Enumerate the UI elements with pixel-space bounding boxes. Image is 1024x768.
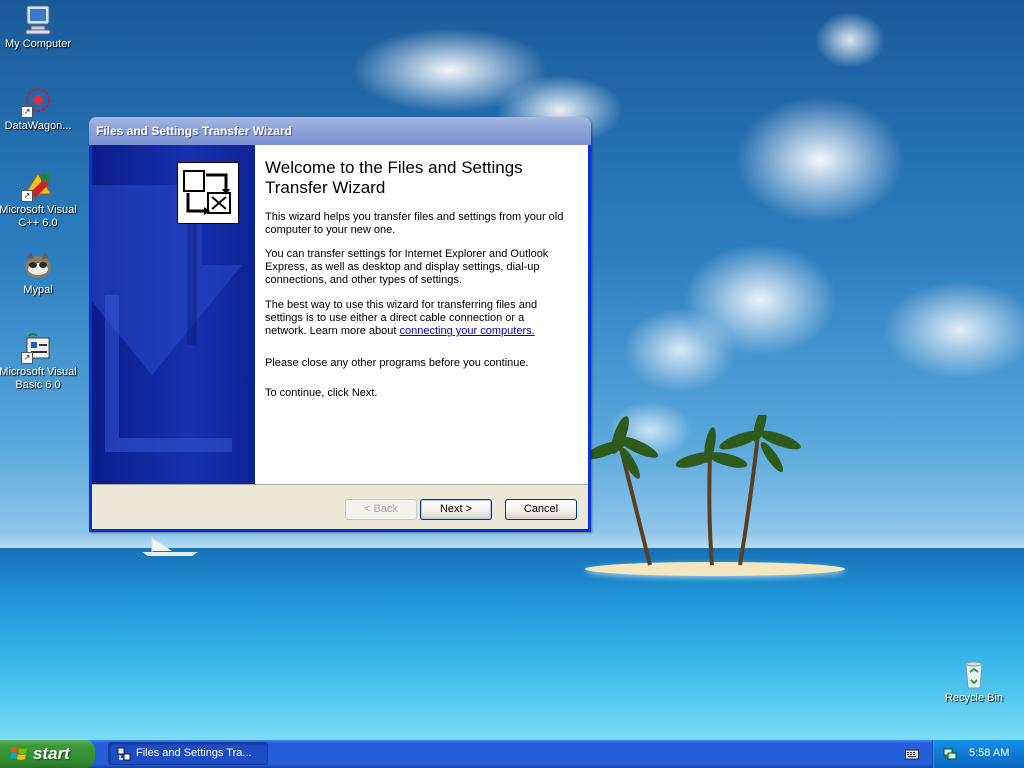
desktop-icon-label: My Computer <box>4 38 72 50</box>
visual-basic-icon: ↗ <box>21 332 55 364</box>
keyboard-icon[interactable] <box>905 748 919 760</box>
sea-wallpaper <box>0 548 1024 740</box>
window-titlebar[interactable]: Files and Settings Transfer Wizard <box>89 117 591 145</box>
desktop-icon-label: Recycle Bin <box>944 692 1004 704</box>
wizard-window[interactable]: Files and Settings Transfer Wizard Welco… <box>89 117 591 532</box>
connecting-computers-link[interactable]: connecting your computers. <box>400 325 535 337</box>
system-tray: 5:58 AM <box>932 740 1024 768</box>
window-body: Welcome to the Files and Settings Transf… <box>92 145 588 529</box>
connection-paragraph: The best way to use this wizard for tran… <box>265 299 565 338</box>
visual-cpp-icon: ↗ <box>21 170 55 202</box>
shortcut-arrow-icon: ↗ <box>21 106 33 118</box>
button-divider <box>92 484 588 485</box>
taskbar-item-wizard[interactable]: Files and Settings Tra... <box>108 742 268 765</box>
next-button[interactable]: Next > <box>420 499 492 520</box>
wizard-task-icon <box>117 747 131 761</box>
palm-trees-wallpaper <box>590 415 801 566</box>
intro-paragraph: This wizard helps you transfer files and… <box>265 211 564 236</box>
settings-paragraph: You can transfer settings for Internet E… <box>265 248 549 286</box>
datawagon-icon: ↗ <box>21 86 55 118</box>
computer-icon <box>21 4 55 36</box>
shortcut-arrow-icon: ↗ <box>21 190 33 202</box>
cancel-button[interactable]: Cancel <box>505 499 577 520</box>
wizard-heading: Welcome to the Files and Settings Transf… <box>265 158 523 197</box>
desktop-icon-label: Microsoft Visual C++ 6.0 <box>0 204 77 229</box>
window-title: Files and Settings Transfer Wizard <box>96 124 292 138</box>
desktop-icon-label: DataWagon... <box>4 120 72 132</box>
sailboat-wallpaper <box>142 536 198 556</box>
taskbar: start Files and Settings Tra... 5:58 AM <box>0 740 1024 768</box>
desktop-icon-label: Mypal <box>23 284 53 296</box>
back-button[interactable]: < Back <box>345 499 417 520</box>
mypal-icon <box>21 250 55 282</box>
desktop-icon-label: Microsoft Visual Basic 6.0 <box>0 366 77 391</box>
start-button[interactable]: start <box>0 740 95 768</box>
shortcut-arrow-icon: ↗ <box>21 352 33 364</box>
clock[interactable]: 5:58 AM <box>969 747 1009 759</box>
desktop-icon-visual-basic[interactable]: ↗ Microsoft Visual Basic 6.0 <box>0 332 78 392</box>
desktop-icon-recycle-bin[interactable]: Recycle Bin <box>934 658 1014 705</box>
transfer-wizard-logo-icon <box>177 162 239 224</box>
desktop-icon-mypal[interactable]: Mypal <box>0 250 78 297</box>
taskbar-item-label: Files and Settings Tra... <box>136 747 252 759</box>
continue-paragraph: To continue, click Next. <box>265 387 378 399</box>
close-programs-paragraph: Please close any other programs before y… <box>265 357 529 369</box>
start-label: start <box>33 744 70 763</box>
desktop-icon-my-computer[interactable]: My Computer <box>0 4 78 51</box>
desktop-icon-datawagon[interactable]: ↗ DataWagon... <box>0 86 78 133</box>
desktop-icon-visual-cpp[interactable]: ↗ Microsoft Visual C++ 6.0 <box>0 170 78 230</box>
recycle-bin-icon <box>957 658 991 690</box>
wizard-content: Welcome to the Files and Settings Transf… <box>255 145 588 484</box>
windows-flag-icon <box>10 747 27 760</box>
network-tray-icon[interactable] <box>943 747 957 761</box>
